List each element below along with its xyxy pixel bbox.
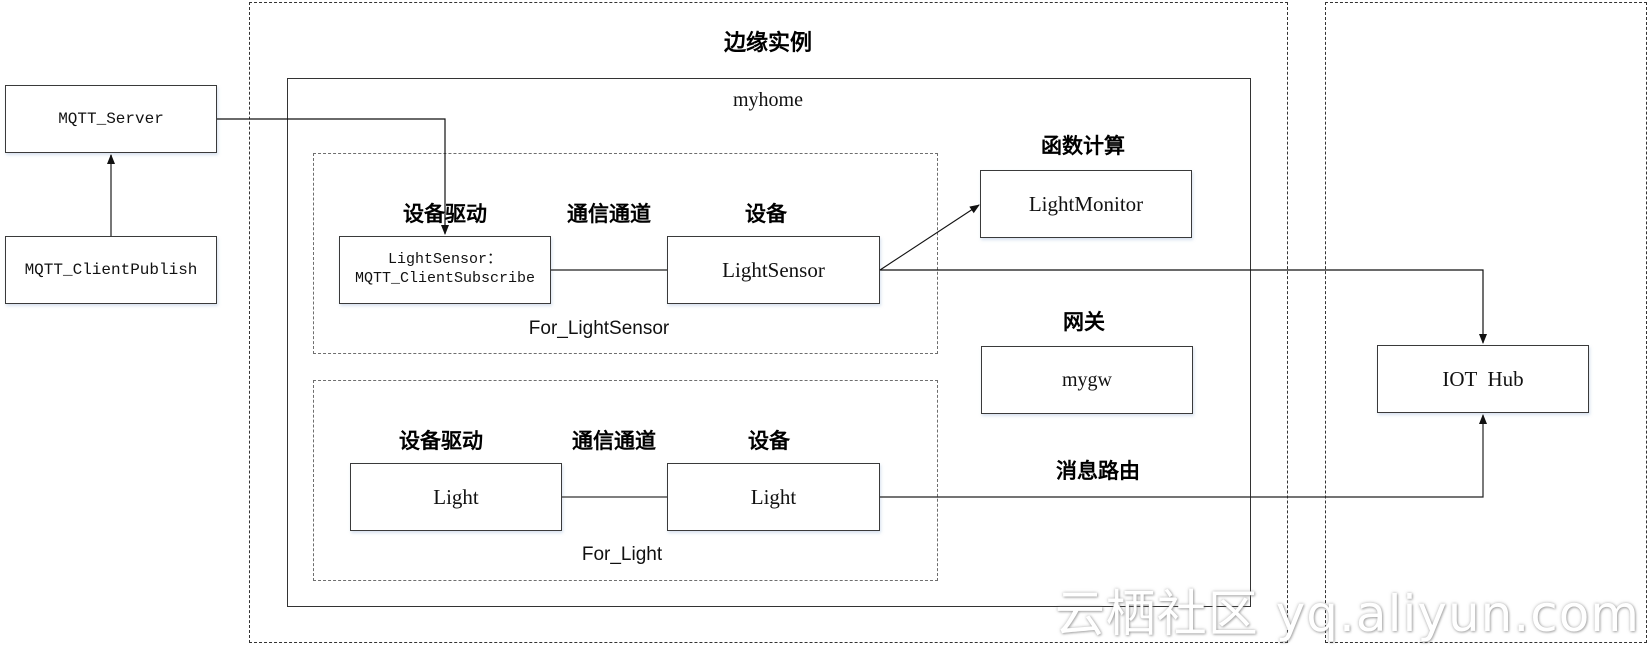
mqtt-server-label: MQTT_Server <box>58 110 164 128</box>
lightsensor-driver-node[interactable]: LightSensor： MQTT_ClientSubscribe <box>339 236 551 304</box>
mqtt-client-publish-label: MQTT_ClientPublish <box>24 261 198 279</box>
message-routing-heading: 消息路由 <box>1056 459 1140 483</box>
light-monitor-node[interactable]: LightMonitor <box>980 170 1192 238</box>
device-heading: 设备 <box>748 429 790 453</box>
lightsensor-driver-label: LightSensor： MQTT_ClientSubscribe <box>354 251 536 287</box>
watermark: 云栖社区 yq.aliyun.com <box>1054 585 1640 643</box>
light-device-label: Light <box>750 484 797 509</box>
lightsensor-device-node[interactable]: LightSensor <box>667 236 880 304</box>
driver-heading: 设备驱动 <box>403 202 487 226</box>
gateway-label: mygw <box>1062 368 1112 391</box>
gateway-node[interactable]: mygw <box>981 346 1193 414</box>
iot-hub-node[interactable]: IOT Hub <box>1377 345 1589 413</box>
channel-heading: 通信通道 <box>572 429 656 453</box>
light-driver-label: Light <box>433 484 479 509</box>
mqtt-client-publish-node[interactable]: MQTT_ClientPublish <box>5 236 217 304</box>
group-label-for-light: For_Light <box>581 544 663 565</box>
driver-heading: 设备驱动 <box>399 429 483 453</box>
function-compute-heading: 函数计算 <box>1041 134 1125 158</box>
device-heading: 设备 <box>745 202 787 226</box>
group-label-for-lightsensor: For_LightSensor <box>528 318 670 339</box>
iot-hub-label: IOT Hub <box>1442 366 1524 391</box>
gateway-heading: 网关 <box>1063 310 1105 334</box>
cloud-container <box>1325 2 1647 643</box>
light-monitor-label: LightMonitor <box>1028 191 1144 216</box>
edge-instance-title: 边缘实例 <box>723 31 813 56</box>
channel-heading: 通信通道 <box>567 202 651 226</box>
light-driver-node[interactable]: Light <box>350 463 562 531</box>
core-name: myhome <box>733 89 803 111</box>
lightsensor-device-label: LightSensor <box>722 257 825 282</box>
mqtt-server-node[interactable]: MQTT_Server <box>5 85 217 153</box>
light-device-node[interactable]: Light <box>667 463 880 531</box>
